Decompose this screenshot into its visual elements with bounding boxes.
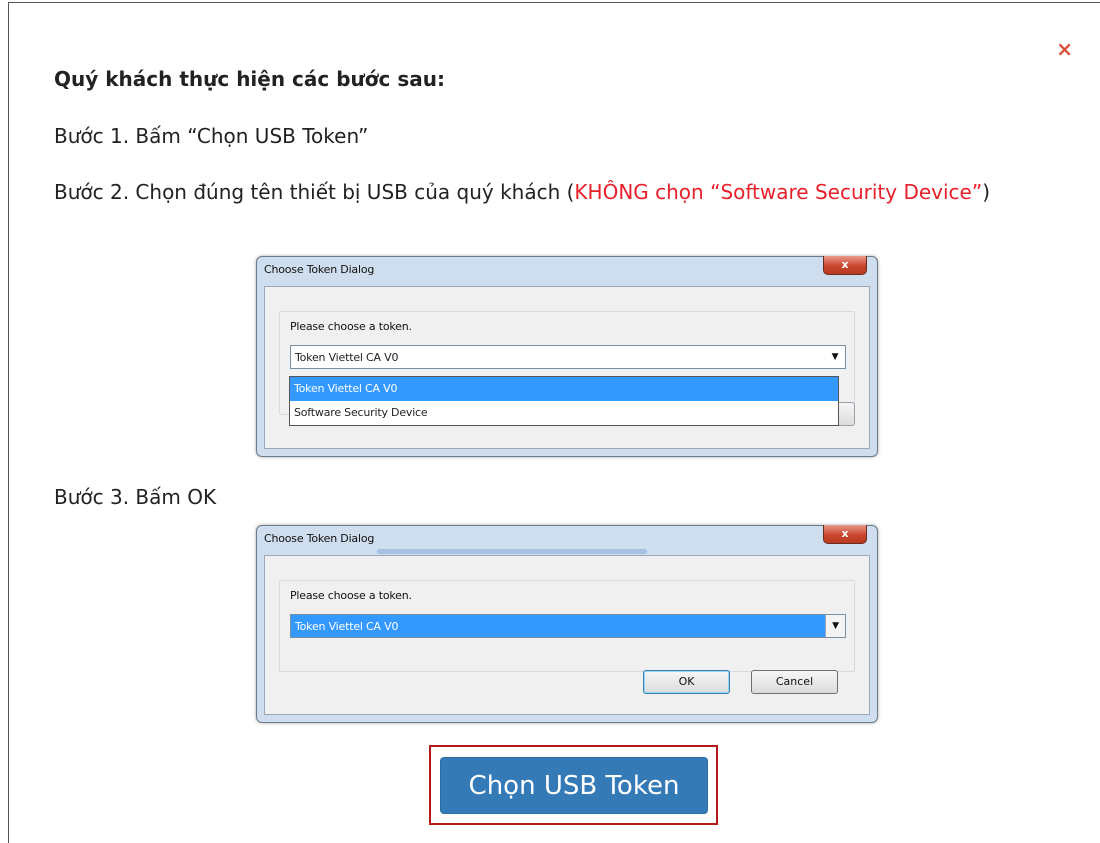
dialog-close-icon: x <box>823 256 867 275</box>
choose-token-dialog-screenshot-1: Choose Token Dialog x Please choose a to… <box>256 256 878 457</box>
dialog-body: Please choose a token. Token Viettel CA … <box>264 555 870 715</box>
step-1-text: Bước 1. Bấm “Chọn USB Token” <box>54 124 369 148</box>
token-group: Please choose a token. Token Viettel CA … <box>279 580 855 672</box>
token-prompt: Please choose a token. <box>290 589 412 602</box>
dialog-title: Choose Token Dialog <box>264 532 375 545</box>
step-2-text: Bước 2. Chọn đúng tên thiết bị USB của q… <box>54 175 1081 210</box>
token-dropdown-list: Token Viettel CA V0 Software Security De… <box>289 376 839 426</box>
dropdown-option: Software Security Device <box>294 406 428 419</box>
chevron-down-icon: ▼ <box>825 615 845 637</box>
token-select-value: Token Viettel CA V0 <box>295 351 399 364</box>
close-icon[interactable]: × <box>1056 39 1073 59</box>
dialog-close-icon: x <box>823 525 867 544</box>
title-glow <box>377 549 647 554</box>
cancel-button: Cancel <box>751 670 838 694</box>
chevron-down-icon: ▼ <box>831 352 839 362</box>
step-3-text: Bước 3. Bấm OK <box>54 485 217 509</box>
token-prompt: Please choose a token. <box>290 320 412 333</box>
dialog-title: Choose Token Dialog <box>264 263 375 276</box>
ok-button: OK <box>643 670 730 694</box>
highlight-frame: Chọn USB Token <box>429 745 718 825</box>
step-2-main: Bước 2. Chọn đúng tên thiết bị USB của q… <box>54 180 575 204</box>
modal-title: Quý khách thực hiện các bước sau: <box>54 67 445 91</box>
token-select: Token Viettel CA V0 ▼ <box>290 345 846 369</box>
choose-usb-token-button[interactable]: Chọn USB Token <box>440 757 708 814</box>
dialog-body: Please choose a token. Token Viettel CA … <box>264 286 870 449</box>
step-2-end: ) <box>982 180 991 204</box>
token-select: Token Viettel CA V0 ▼ <box>290 614 846 638</box>
step-2-warning: KHÔNG chọn “Software Security Device” <box>574 180 983 204</box>
choose-token-dialog-screenshot-2: Choose Token Dialog x Please choose a to… <box>256 525 878 723</box>
dropdown-option: Token Viettel CA V0 <box>290 377 838 401</box>
instruction-modal: × Quý khách thực hiện các bước sau: Bước… <box>8 2 1100 843</box>
token-select-value: Token Viettel CA V0 <box>295 620 399 633</box>
